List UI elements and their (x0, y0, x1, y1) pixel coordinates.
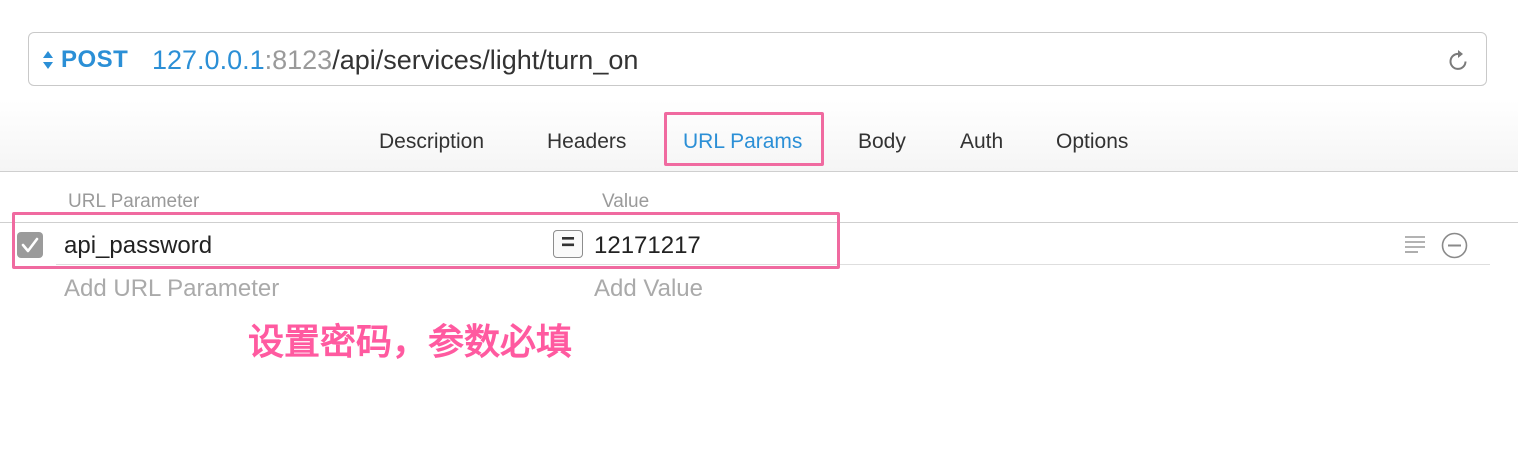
reload-icon[interactable] (1448, 48, 1470, 72)
url-host: 127.0.0.1 (152, 45, 265, 75)
remove-icon[interactable] (1441, 232, 1468, 259)
rest-client-window: POST 127.0.0.1:8123/api/services/light/t… (0, 0, 1518, 456)
column-header-url-parameter: URL Parameter (68, 191, 200, 212)
add-value-input[interactable]: Add Value (594, 275, 703, 303)
lines-icon[interactable] (1404, 234, 1426, 254)
tab-options[interactable]: Options (1056, 130, 1128, 154)
highlight-box-row (12, 212, 840, 269)
url-port: 8123 (272, 45, 333, 75)
column-header-value: Value (602, 191, 650, 212)
url-path: /api/services/light/turn_on (332, 45, 639, 75)
tab-description[interactable]: Description (379, 130, 484, 154)
add-url-parameter-input[interactable]: Add URL Parameter (64, 275, 279, 303)
highlight-box-tab (664, 112, 824, 166)
annotation-text: 设置密码，参数必填 (248, 321, 573, 362)
url-bar[interactable]: POST 127.0.0.1:8123/api/services/light/t… (28, 32, 1487, 86)
up-down-arrows-icon[interactable] (42, 50, 54, 70)
url-colon: : (264, 45, 273, 75)
url-input[interactable]: 127.0.0.1:8123/api/services/light/turn_o… (152, 45, 638, 76)
tab-headers[interactable]: Headers (547, 130, 626, 154)
tab-auth[interactable]: Auth (960, 130, 1003, 154)
http-method-selector[interactable]: POST (61, 46, 128, 74)
tab-body[interactable]: Body (858, 130, 906, 154)
